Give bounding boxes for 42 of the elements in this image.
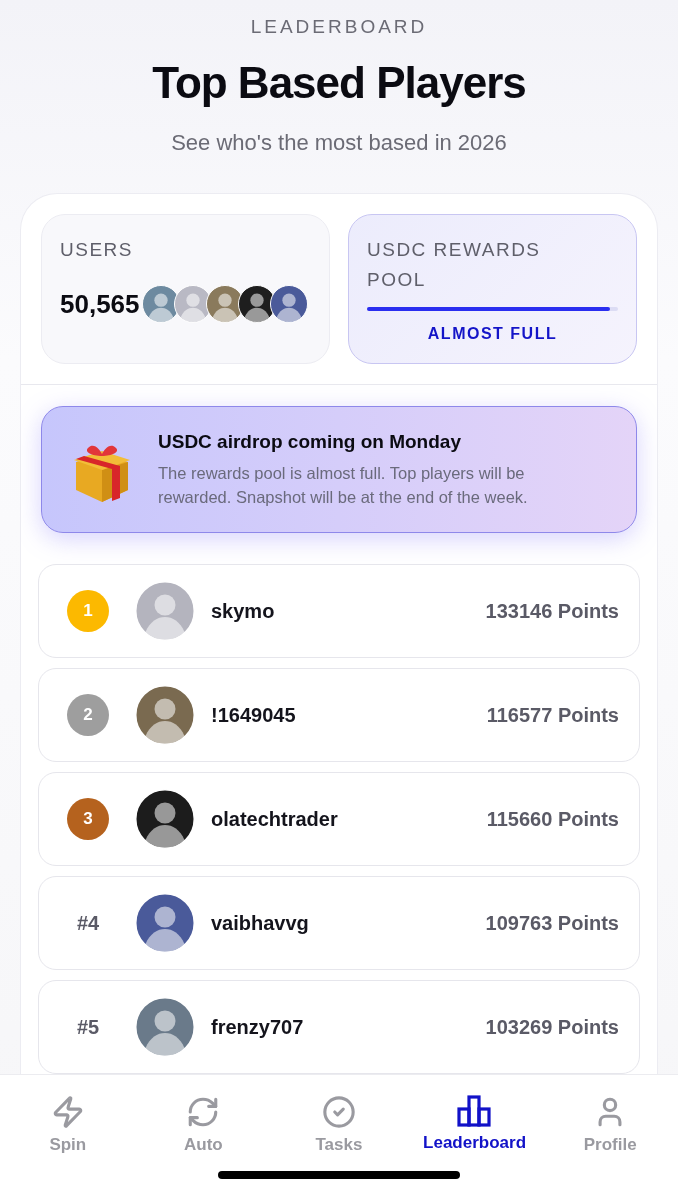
bar-chart-icon (456, 1095, 493, 1127)
banner-title: USDC airdrop coming on Monday (158, 430, 462, 453)
player-points: 133146 Points (485, 599, 619, 623)
rank-medal: 3 (67, 798, 109, 840)
users-count: 50,565 (60, 288, 140, 320)
player-points: 109763 Points (485, 911, 619, 935)
avatar (135, 893, 195, 953)
avatar (237, 285, 276, 323)
avatar (141, 285, 180, 323)
stat-label: USERS (60, 238, 134, 262)
player-points: 116577 Points (486, 703, 619, 727)
player-points: 115660 Points (486, 807, 619, 831)
pool-status: ALMOST FULL (426, 325, 559, 343)
player-name: skymo (211, 599, 276, 623)
avatar (269, 285, 308, 323)
section-label: LEADERBOARD (250, 16, 428, 38)
avatar (135, 581, 195, 641)
check-circle-icon (322, 1095, 356, 1129)
avatar (135, 997, 195, 1057)
avatar (205, 285, 244, 323)
avatar (173, 285, 212, 323)
rank-medal: 2 (67, 694, 109, 736)
avatar (135, 685, 195, 745)
banner-text: The rewards pool is almost full. Top players will be rewarded. Snapshot will be at the end of the week. (158, 462, 529, 508)
rank-medal: 1 (67, 590, 109, 632)
player-points: 103269 Points (485, 1015, 619, 1039)
rank-number: #5 (76, 1015, 100, 1039)
player-name: frenzy707 (211, 1015, 305, 1039)
player-row[interactable]: #4 vaibhavvg 109763 Points (38, 876, 640, 970)
page-subtitle: See who's the most based in 2026 (171, 130, 507, 156)
avatar (135, 789, 195, 849)
page-title: Top Based Players (152, 58, 526, 108)
player-row[interactable]: 2 !1649045 116577 Points (38, 668, 640, 762)
rank-number: #4 (76, 911, 100, 935)
stat-label: USDC REWARDS POOL (367, 238, 542, 292)
player-name: vaibhavvg (211, 911, 310, 935)
player-row[interactable]: #5 frenzy707 103269 Points (38, 980, 640, 1074)
player-row[interactable]: 1 skymo 133146 Points (38, 564, 640, 658)
player-name: !1649045 (211, 703, 297, 727)
player-name: olatechtrader (211, 807, 339, 831)
nav-tab[interactable]: Leaderboard (409, 1095, 540, 1155)
player-row[interactable]: 3 olatechtrader 115660 Points (38, 772, 640, 866)
